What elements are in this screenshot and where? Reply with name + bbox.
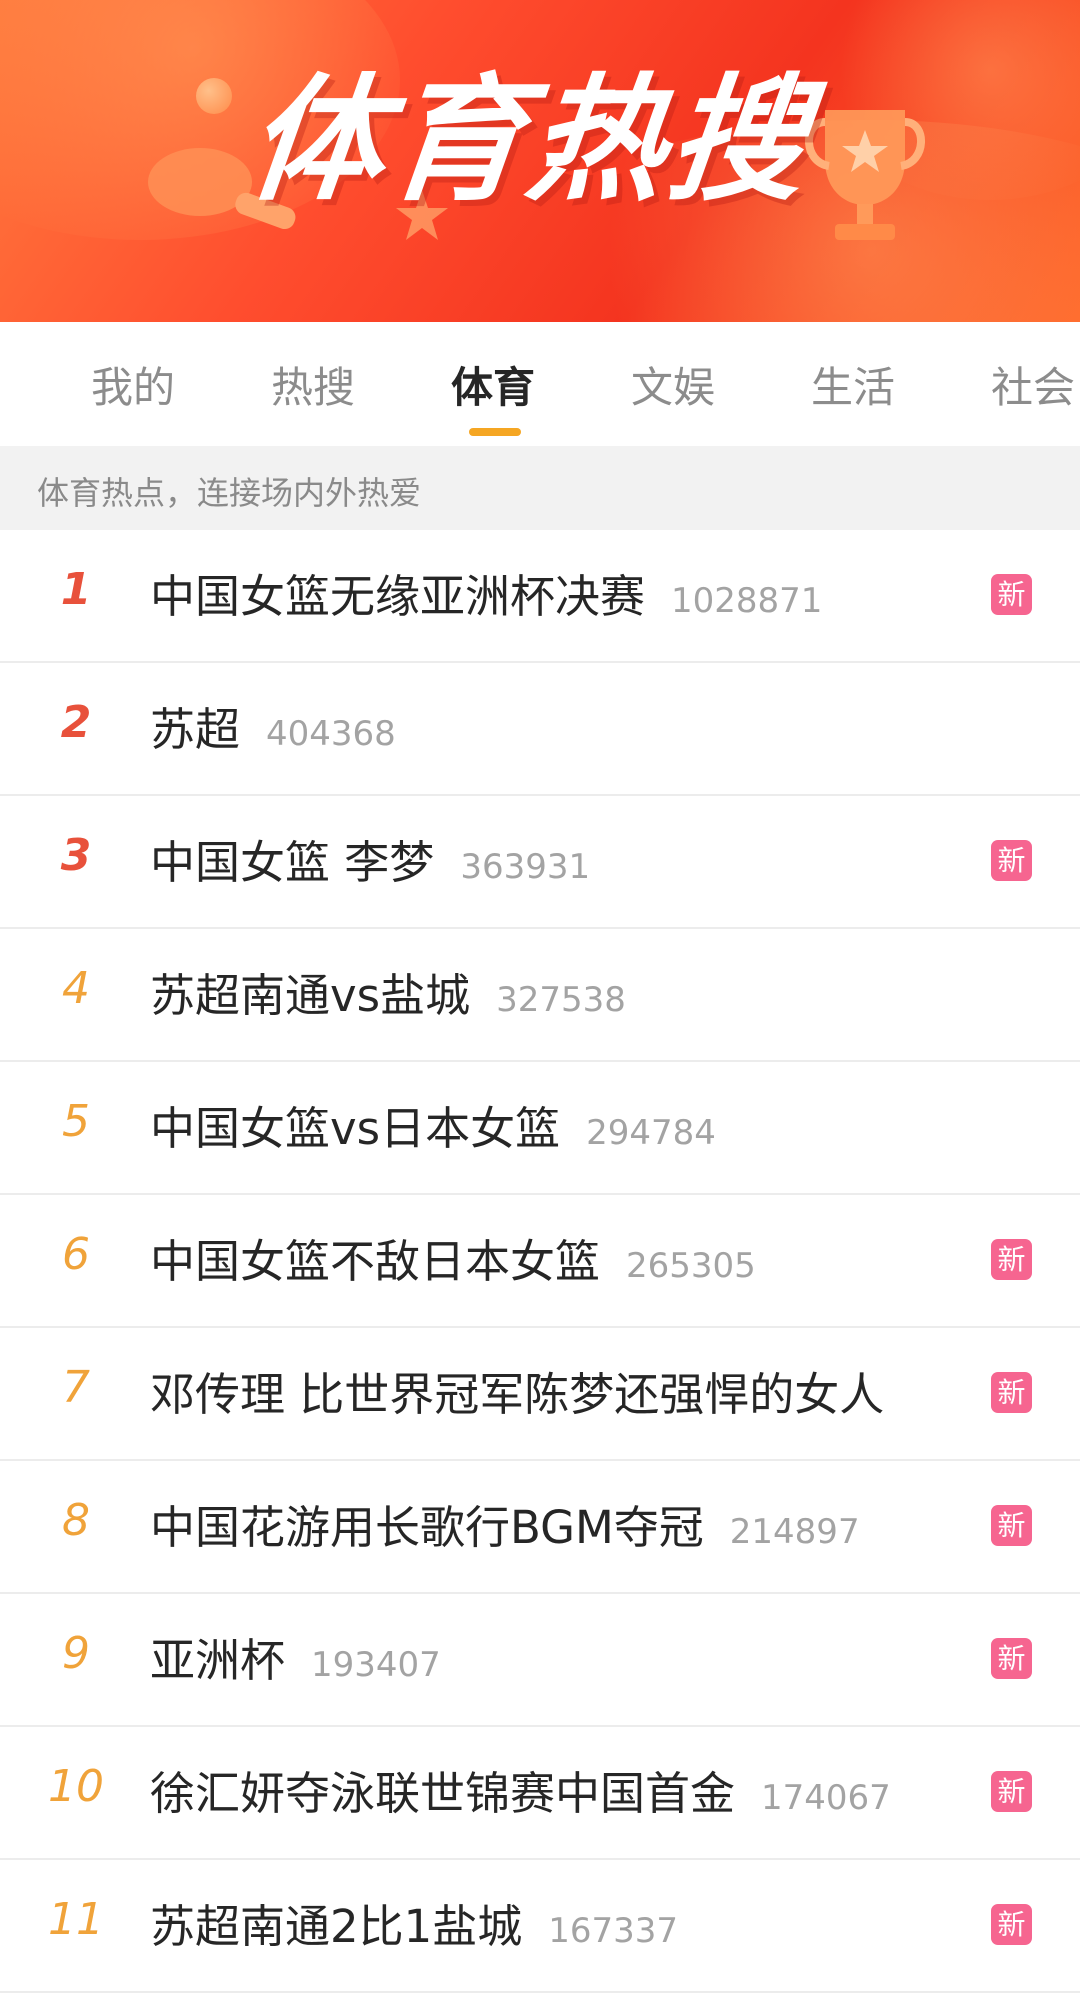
rank-number: 7 xyxy=(62,1362,90,1413)
item-title[interactable]: 苏超南通vs盐城 xyxy=(150,959,470,1024)
new-badge: 新 xyxy=(991,840,1032,881)
list-item[interactable]: 6 中国女篮不敌日本女篮 265305 新 xyxy=(0,1195,1080,1328)
item-title[interactable]: 苏超南通2比1盐城 xyxy=(150,1890,522,1955)
rank-number: 1 xyxy=(60,564,92,615)
rank-number: 9 xyxy=(62,1628,90,1679)
tab-entertainment[interactable]: 文娱 xyxy=(631,354,715,415)
tab-hot-search[interactable]: 热搜 xyxy=(271,354,355,415)
list-item[interactable]: 7 邓传理 比世界冠军陈梦还强悍的女人 新 xyxy=(0,1328,1080,1461)
hot-search-list: 1 中国女篮无缘亚洲杯决赛 1028871 新 2 苏超 404368 3 中国… xyxy=(0,530,1080,1993)
banner-title: 体育热搜 xyxy=(240,62,817,220)
tab-sports[interactable]: 体育 xyxy=(451,354,535,415)
list-item[interactable]: 10 徐汇妍夺泳联世锦赛中国首金 174067 新 xyxy=(0,1727,1080,1860)
heat-count: 327538 xyxy=(496,980,626,1020)
item-title[interactable]: 中国女篮无缘亚洲杯决赛 xyxy=(150,560,645,625)
active-tab-indicator xyxy=(469,428,521,436)
header-banner: 体育热搜 xyxy=(0,0,1080,322)
new-badge: 新 xyxy=(991,1505,1032,1546)
heat-count: 174067 xyxy=(761,1778,891,1818)
item-title[interactable]: 中国花游用长歌行BGM夺冠 xyxy=(150,1491,704,1556)
item-title[interactable]: 亚洲杯 xyxy=(150,1624,285,1689)
item-title[interactable]: 中国女篮不敌日本女篮 xyxy=(150,1225,600,1290)
heat-count: 363931 xyxy=(460,847,591,887)
list-item[interactable]: 9 亚洲杯 193407 新 xyxy=(0,1594,1080,1727)
tab-life[interactable]: 生活 xyxy=(811,354,895,415)
heat-count: 294784 xyxy=(586,1113,716,1153)
item-title[interactable]: 中国女篮 李梦 xyxy=(150,826,434,891)
rank-number: 8 xyxy=(62,1495,90,1546)
category-tabs: 我的 热搜 体育 文娱 生活 社会 xyxy=(0,322,1080,446)
section-subheader: 体育热点，连接场内外热爱 xyxy=(0,446,1080,530)
rank-number: 3 xyxy=(60,830,92,881)
rank-number: 6 xyxy=(62,1229,90,1280)
list-item[interactable]: 4 苏超南通vs盐城 327538 xyxy=(0,929,1080,1062)
list-item[interactable]: 2 苏超 404368 xyxy=(0,663,1080,796)
rank-number: 11 xyxy=(48,1894,104,1945)
list-item[interactable]: 8 中国花游用长歌行BGM夺冠 214897 新 xyxy=(0,1461,1080,1594)
ping-pong-ball-icon xyxy=(196,78,232,114)
heat-count: 193407 xyxy=(311,1645,441,1685)
new-badge: 新 xyxy=(991,1638,1032,1679)
new-badge: 新 xyxy=(991,1239,1032,1280)
trophy-icon xyxy=(805,110,925,240)
list-item[interactable]: 1 中国女篮无缘亚洲杯决赛 1028871 新 xyxy=(0,530,1080,663)
tab-society[interactable]: 社会 xyxy=(991,354,1075,415)
heat-count: 214897 xyxy=(729,1512,860,1552)
new-badge: 新 xyxy=(991,1904,1032,1945)
item-title[interactable]: 中国女篮vs日本女篮 xyxy=(150,1092,560,1157)
new-badge: 新 xyxy=(991,1372,1032,1413)
list-item[interactable]: 11 苏超南通2比1盐城 167337 新 xyxy=(0,1860,1080,1993)
list-item[interactable]: 3 中国女篮 李梦 363931 新 xyxy=(0,796,1080,929)
subheader-text: 体育热点，连接场内外热爱 xyxy=(37,474,422,512)
tab-mine[interactable]: 我的 xyxy=(91,354,175,415)
heat-count: 167337 xyxy=(548,1911,679,1951)
rank-number: 10 xyxy=(48,1761,104,1812)
item-title[interactable]: 徐汇妍夺泳联世锦赛中国首金 xyxy=(150,1757,735,1822)
heat-count: 1028871 xyxy=(671,581,823,621)
rank-number: 4 xyxy=(62,963,90,1014)
new-badge: 新 xyxy=(991,1771,1032,1812)
heat-count: 265305 xyxy=(626,1246,756,1286)
rank-number: 5 xyxy=(62,1096,90,1147)
item-title[interactable]: 邓传理 比世界冠军陈梦还强悍的女人 xyxy=(150,1358,884,1423)
rank-number: 2 xyxy=(60,697,92,748)
list-item[interactable]: 5 中国女篮vs日本女篮 294784 xyxy=(0,1062,1080,1195)
heat-count: 404368 xyxy=(266,714,396,754)
item-title[interactable]: 苏超 xyxy=(150,693,240,758)
new-badge: 新 xyxy=(991,574,1032,615)
